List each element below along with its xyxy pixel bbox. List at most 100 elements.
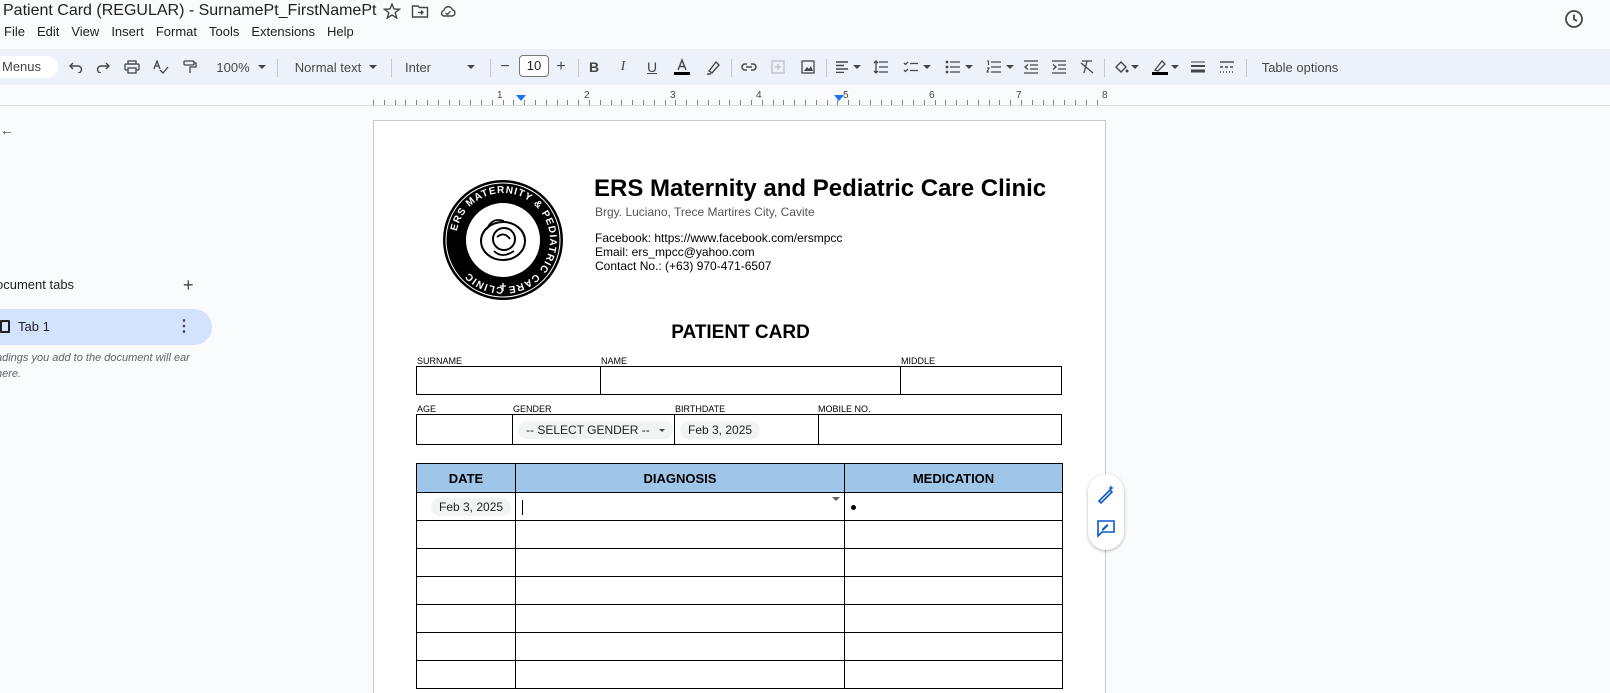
insert-image-icon[interactable] — [797, 49, 819, 85]
italic-icon[interactable]: I — [613, 49, 633, 85]
name-field[interactable] — [600, 366, 901, 395]
date-cell[interactable] — [416, 660, 516, 689]
menu-format[interactable]: Format — [150, 23, 203, 43]
middle-field[interactable] — [900, 366, 1062, 395]
date-cell[interactable]: Feb 3, 2025 — [416, 492, 516, 521]
bold-icon[interactable]: B — [584, 49, 604, 85]
ruler-tick — [513, 100, 514, 105]
border-dash-icon[interactable] — [1217, 49, 1237, 85]
medication-cell[interactable] — [844, 576, 1063, 605]
age-field[interactable] — [416, 414, 513, 445]
bulleted-list-icon[interactable] — [942, 49, 976, 85]
star-icon[interactable] — [383, 3, 401, 19]
help-me-write-icon[interactable] — [1096, 484, 1116, 504]
date-cell[interactable] — [416, 632, 516, 661]
menu-view[interactable]: View — [65, 23, 105, 43]
ruler-tick — [989, 100, 990, 105]
insert-link-icon[interactable] — [738, 49, 760, 85]
menu-file[interactable]: File — [0, 23, 31, 43]
date-cell[interactable] — [416, 604, 516, 633]
increase-font-size-button[interactable]: + — [552, 49, 570, 85]
ruler-tick — [1032, 100, 1033, 105]
add-comment-icon[interactable] — [1096, 518, 1116, 538]
diagnosis-cell[interactable] — [515, 548, 845, 577]
ruler-tick — [1075, 100, 1076, 105]
clear-formatting-icon[interactable] — [1077, 49, 1097, 85]
font-family-select[interactable]: Inter — [405, 49, 481, 85]
birthdate-chip[interactable]: Feb 3, 2025 — [680, 421, 761, 439]
document-page[interactable]: ERS MATERNITY & PEDIATRIC CARE CLINIC ER… — [373, 120, 1106, 693]
back-arrow-icon[interactable]: ← — [0, 122, 14, 138]
increase-indent-icon[interactable] — [1049, 49, 1069, 85]
medication-cell[interactable] — [844, 604, 1063, 633]
menu-extensions[interactable]: Extensions — [245, 23, 321, 43]
surname-field[interactable] — [416, 366, 601, 395]
cloud-status-icon[interactable] — [439, 3, 457, 19]
medication-cell[interactable] — [844, 660, 1063, 689]
border-width-icon[interactable] — [1188, 49, 1208, 85]
date-cell[interactable] — [416, 548, 516, 577]
decrease-indent-icon[interactable] — [1021, 49, 1041, 85]
horizontal-ruler[interactable]: 1 2 3 4 5 6 7 8 — [0, 85, 1610, 106]
chevron-down-icon[interactable] — [832, 497, 840, 501]
spellcheck-icon[interactable] — [151, 49, 171, 85]
diagnosis-cell[interactable] — [515, 520, 845, 549]
medication-cell[interactable] — [844, 492, 1063, 521]
sidebar-item-tab-1[interactable]: Tab 1 ⋮ — [0, 309, 212, 345]
checklist-icon[interactable] — [900, 49, 934, 85]
undo-icon[interactable] — [66, 49, 86, 85]
medication-cell[interactable] — [844, 632, 1063, 661]
menu-edit[interactable]: Edit — [31, 23, 65, 43]
highlight-color-icon[interactable] — [703, 49, 723, 85]
ruler-tick — [1086, 100, 1087, 105]
diagnosis-cell[interactable] — [515, 492, 845, 521]
middle-label: MIDDLE — [901, 356, 936, 366]
line-spacing-icon[interactable] — [871, 49, 891, 85]
add-tab-button[interactable]: + — [183, 275, 194, 296]
medication-cell[interactable] — [844, 548, 1063, 577]
fill-color-icon[interactable] — [1110, 49, 1142, 85]
ruler-tick — [438, 100, 439, 105]
diagnosis-cell[interactable] — [515, 576, 845, 605]
move-to-folder-icon[interactable] — [411, 3, 429, 19]
gender-dropdown-chip[interactable]: -- SELECT GENDER -- — [518, 421, 674, 439]
ruler-tick — [427, 100, 428, 105]
align-icon[interactable] — [832, 49, 864, 85]
add-comment-icon[interactable] — [767, 49, 789, 85]
date-cell[interactable] — [416, 576, 516, 605]
date-cell[interactable] — [416, 520, 516, 549]
date-chip[interactable]: Feb 3, 2025 — [431, 498, 512, 516]
diagnosis-cell[interactable] — [515, 632, 845, 661]
menu-tools[interactable]: Tools — [203, 23, 245, 43]
text-color-icon[interactable] — [671, 49, 693, 85]
gender-select-value: -- SELECT GENDER -- — [526, 423, 650, 437]
paint-format-icon[interactable] — [180, 49, 200, 85]
underline-icon[interactable]: U — [642, 49, 662, 85]
paragraph-style-select[interactable]: Normal text — [288, 49, 384, 85]
more-options-icon[interactable]: ⋮ — [176, 316, 192, 336]
document-title[interactable]: Patient Card (REGULAR) - SurnamePt_First… — [3, 2, 376, 20]
chevron-down-icon — [369, 65, 378, 69]
right-indent-marker[interactable] — [834, 95, 844, 101]
chevron-down-icon — [853, 65, 861, 69]
diagnosis-cell[interactable] — [515, 660, 845, 689]
menu-insert[interactable]: Insert — [105, 23, 150, 43]
font-size-input[interactable]: 10 — [519, 55, 549, 77]
menu-help[interactable]: Help — [321, 23, 360, 43]
version-history-icon[interactable] — [1563, 8, 1585, 30]
ruler-tick — [816, 100, 817, 105]
numbered-list-icon[interactable] — [983, 49, 1017, 85]
menus-search-button[interactable]: Menus — [0, 56, 58, 78]
decrease-font-size-button[interactable]: − — [496, 49, 514, 85]
mobile-field[interactable] — [818, 414, 1062, 445]
print-icon[interactable] — [122, 49, 142, 85]
redo-icon[interactable] — [93, 49, 113, 85]
ruler-tick — [848, 100, 849, 105]
diagnosis-cell[interactable] — [515, 604, 845, 633]
medication-cell[interactable] — [844, 520, 1063, 549]
zoom-select[interactable]: 100% — [212, 49, 270, 85]
table-options-button[interactable]: Table options — [1256, 49, 1344, 85]
border-color-icon[interactable] — [1148, 49, 1182, 85]
ruler-tick — [1053, 100, 1054, 105]
left-indent-marker[interactable] — [516, 95, 526, 101]
